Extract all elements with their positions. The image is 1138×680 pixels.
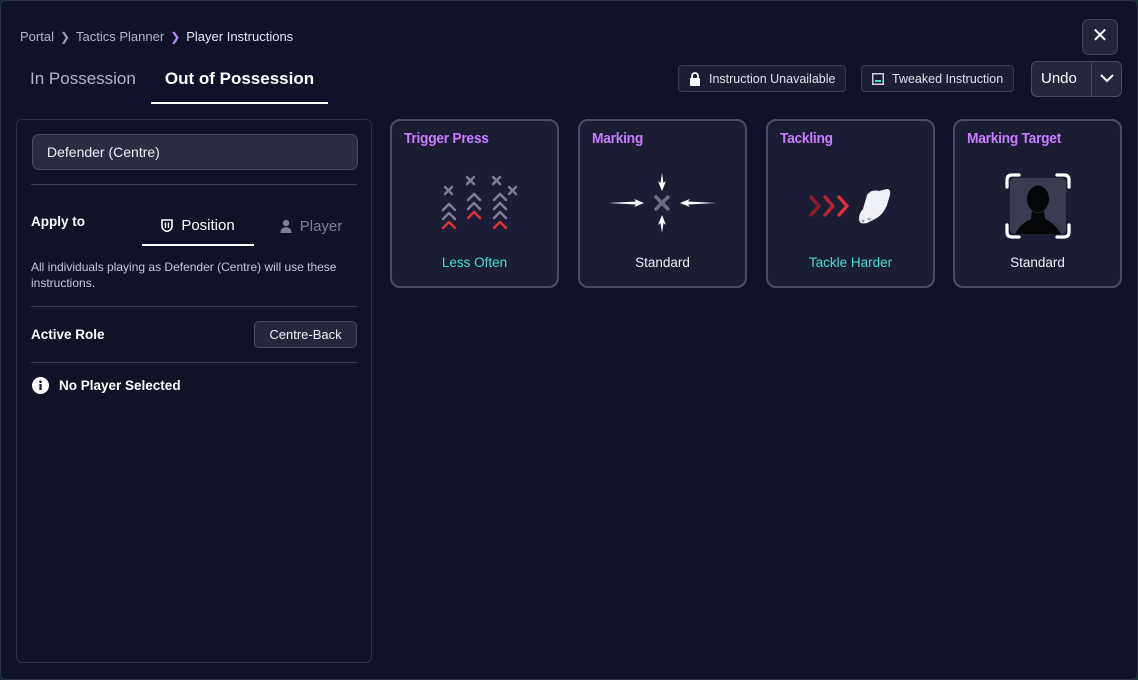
person-icon [280, 219, 292, 233]
apply-to-help-text: All individuals playing as Defender (Cen… [31, 260, 337, 290]
no-player-selected-row: No Player Selected [32, 377, 181, 394]
legend-instruction-unavailable: Instruction Unavailable [678, 65, 847, 92]
divider [31, 306, 357, 307]
player-silhouette-icon [955, 161, 1120, 251]
boot-tackle-icon [768, 161, 933, 251]
legend-unavailable-label: Instruction Unavailable [709, 71, 836, 86]
tab-out-of-possession[interactable]: Out of Possession [150, 61, 329, 104]
no-player-selected-text: No Player Selected [59, 378, 181, 393]
card-title: Trigger Press [404, 130, 489, 147]
press-chevrons-icon [392, 161, 557, 251]
chevron-right-icon: ❯ [170, 29, 181, 44]
instruction-card-trigger-press[interactable]: Trigger Press Less Often [390, 119, 559, 288]
player-instructions-window: Portal ❯ Tactics Planner ❯ Player Instru… [0, 0, 1138, 680]
breadcrumb: Portal ❯ Tactics Planner ❯ Player Instru… [20, 29, 293, 44]
marking-arrows-icon [580, 161, 745, 251]
possession-tabs: In Possession Out of Possession [17, 61, 329, 104]
active-role-label: Active Role [31, 327, 105, 342]
tab-in-possession[interactable]: In Possession [17, 61, 149, 104]
legend-tweaked-label: Tweaked Instruction [892, 71, 1004, 86]
instruction-card-tackling[interactable]: Tackling Tackle Harder [766, 119, 935, 288]
breadcrumb-player-instructions: Player Instructions [186, 29, 294, 44]
undo-button[interactable]: Undo [1032, 62, 1092, 96]
undo-dropdown-button[interactable] [1092, 62, 1121, 96]
tweaked-square-icon [872, 72, 884, 85]
card-value: Tackle Harder [808, 255, 893, 270]
position-selector[interactable]: Defender (Centre) [32, 134, 358, 170]
breadcrumb-portal[interactable]: Portal [20, 29, 54, 44]
card-value: Standard [1010, 255, 1065, 270]
chevron-right-icon: ❯ [59, 29, 71, 44]
breadcrumb-tactics-planner[interactable]: Tactics Planner [76, 29, 164, 44]
card-value: Standard [635, 255, 690, 270]
undo-button-group: Undo [1031, 61, 1122, 97]
apply-to-label: Apply to [31, 214, 85, 229]
apply-to-player-label: Player [299, 217, 343, 235]
divider [31, 184, 357, 185]
apply-to-player-toggle[interactable]: Player [255, 206, 367, 246]
shield-icon [161, 218, 174, 232]
apply-to-position-label: Position [181, 216, 235, 234]
card-title: Marking Target [967, 130, 1062, 147]
card-title: Tackling [780, 130, 833, 147]
instruction-card-marking-target[interactable]: Marking Target Standard [953, 119, 1122, 288]
legend-tweaked-instruction: Tweaked Instruction [861, 65, 1015, 92]
apply-to-position-toggle[interactable]: Position [142, 206, 254, 246]
chevron-down-icon [1099, 70, 1115, 88]
instruction-card-marking[interactable]: Marking Standard [578, 119, 747, 288]
card-value: Less Often [441, 255, 508, 270]
divider [31, 362, 357, 363]
close-icon: ✕ [1091, 25, 1109, 47]
info-icon [32, 377, 49, 394]
active-role-selector[interactable]: Centre-Back [254, 321, 357, 348]
card-title: Marking [592, 130, 643, 147]
position-settings-panel: Defender (Centre) Apply to Position Play… [16, 119, 372, 663]
lock-icon [689, 71, 701, 86]
close-button[interactable]: ✕ [1082, 19, 1118, 55]
